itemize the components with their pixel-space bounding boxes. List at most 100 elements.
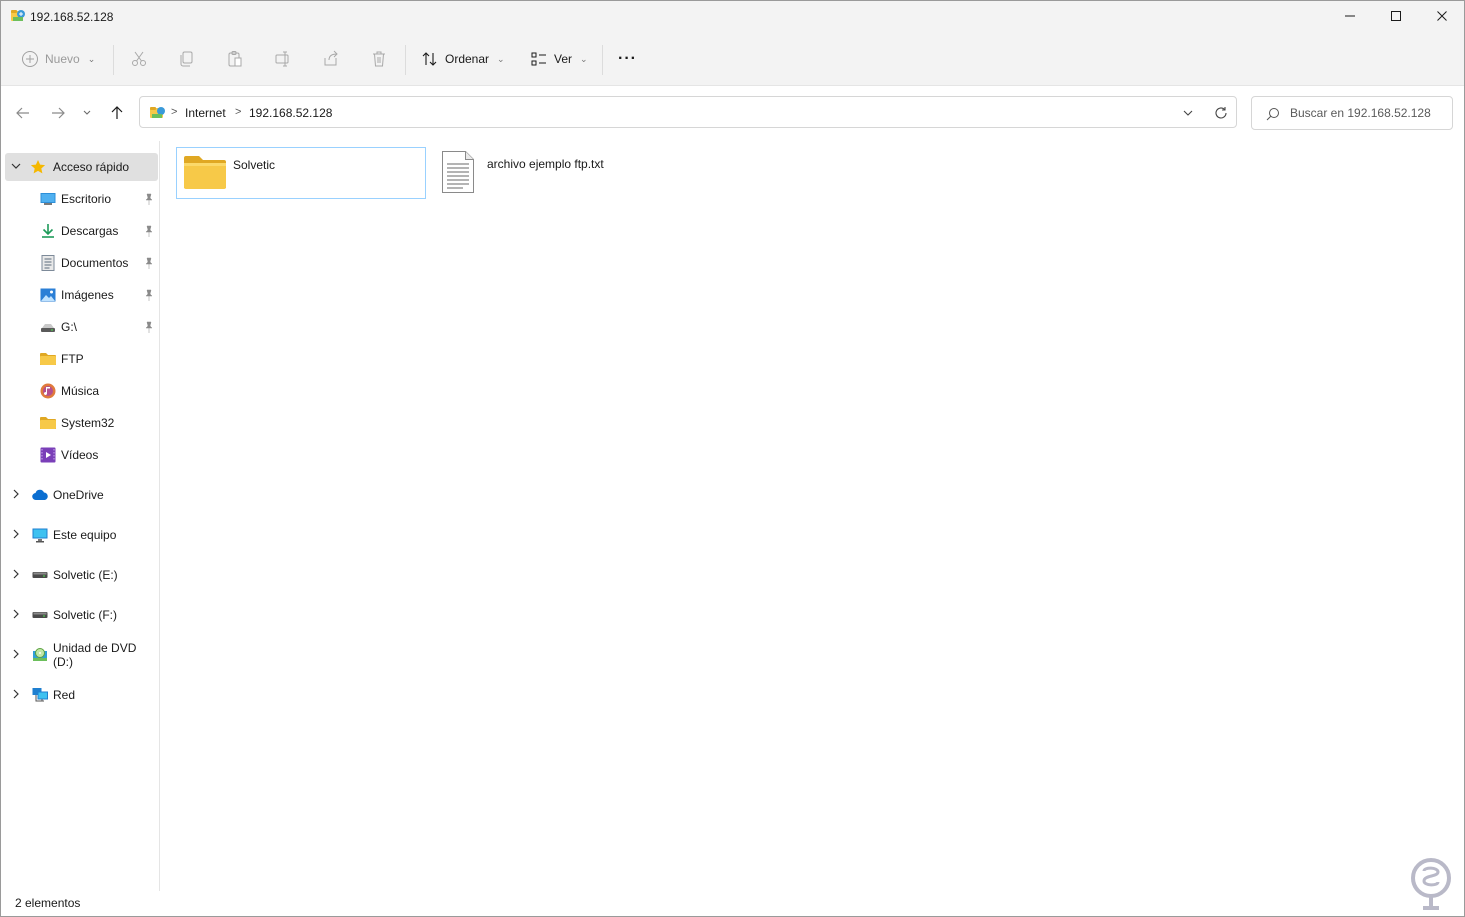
chevron-right-icon[interactable]: [11, 609, 21, 622]
pin-icon[interactable]: [144, 289, 154, 301]
sidebar-item-label: G:\: [61, 320, 78, 334]
sidebar-item-g-drive[interactable]: G:\: [1, 313, 159, 341]
music-icon: [40, 383, 56, 399]
maximize-button[interactable]: [1373, 1, 1419, 31]
new-button[interactable]: Nuevo ⌄: [21, 47, 95, 71]
onedrive-icon: [32, 487, 48, 503]
sidebar-item-label: Solvetic (E:): [53, 568, 118, 582]
sidebar-item-imagenes[interactable]: Imágenes: [1, 281, 159, 309]
sidebar-item-documentos[interactable]: Documentos: [1, 249, 159, 277]
refresh-icon: [1215, 107, 1227, 119]
pin-icon[interactable]: [144, 193, 154, 205]
sidebar-item-label: Escritorio: [61, 192, 112, 206]
breadcrumb-current[interactable]: 192.168.52.128: [249, 106, 332, 120]
sidebar-item-red[interactable]: Red: [1, 681, 159, 709]
paste-button[interactable]: [226, 47, 244, 71]
sidebar-item-este-equipo[interactable]: Este equipo: [1, 521, 159, 549]
drive-icon: [32, 607, 48, 623]
minimize-button[interactable]: [1327, 1, 1373, 31]
breadcrumb-separator-icon: >: [171, 106, 178, 118]
sidebar-item-label: Descargas: [61, 224, 119, 238]
copy-button[interactable]: [178, 47, 196, 71]
sidebar-item-label: Acceso rápido: [53, 160, 130, 174]
pin-icon[interactable]: [144, 321, 154, 333]
rename-icon: [275, 51, 289, 67]
sidebar-item-label: Imágenes: [61, 288, 114, 302]
chevron-right-icon[interactable]: [11, 489, 21, 502]
sort-icon: [422, 52, 437, 66]
search-input[interactable]: [1290, 105, 1445, 121]
sidebar-item-videos[interactable]: Vídeos: [1, 441, 159, 469]
breadcrumb-separator-icon: >: [235, 106, 242, 118]
scissors-icon: [132, 51, 146, 66]
sidebar-item-onedrive[interactable]: OneDrive: [1, 481, 159, 509]
sidebar-item-label: System32: [61, 416, 115, 430]
sidebar-item-escritorio[interactable]: Escritorio: [1, 185, 159, 213]
address-bar[interactable]: > Internet > 192.168.52.128: [139, 96, 1237, 128]
videos-icon: [40, 447, 56, 463]
title-bar: 192.168.52.128: [1, 1, 1464, 33]
folder-icon: [40, 415, 56, 431]
status-bar: 2 elementos: [1, 890, 1464, 916]
search-box[interactable]: [1251, 96, 1453, 130]
chevron-down-icon: ⌄: [497, 53, 505, 64]
pin-icon[interactable]: [144, 257, 154, 269]
chevron-right-icon[interactable]: [11, 649, 21, 662]
breadcrumb-internet[interactable]: Internet: [185, 106, 226, 120]
window-title: 192.168.52.128: [30, 10, 114, 24]
command-bar: Nuevo ⌄ Ordenar ⌄ Ver ⌄ ···: [1, 33, 1464, 86]
delete-button[interactable]: [370, 47, 388, 71]
navigation-pane: Acceso rápido Escritorio Descargas Docum…: [1, 141, 160, 891]
sidebar-item-musica[interactable]: Música: [1, 377, 159, 405]
chevron-down-icon: [83, 110, 91, 115]
network-icon: [32, 687, 48, 703]
sidebar-item-label: Solvetic (F:): [53, 608, 118, 622]
sidebar-item-system32[interactable]: System32: [1, 409, 159, 437]
file-item-text-file[interactable]: archivo ejemplo ftp.txt: [436, 147, 696, 199]
sidebar-item-solvetic-e[interactable]: Solvetic (E:): [1, 561, 159, 589]
up-button[interactable]: [105, 101, 129, 125]
close-icon: [1437, 11, 1447, 21]
pin-icon[interactable]: [144, 225, 154, 237]
watermark-logo: [1406, 856, 1456, 912]
sidebar-item-label: OneDrive: [53, 488, 104, 502]
file-item-folder[interactable]: Solvetic: [176, 147, 426, 199]
sidebar-item-dvd[interactable]: Unidad de DVD (D:): [1, 641, 159, 669]
chevron-right-icon[interactable]: [11, 569, 21, 582]
drive-icon: [32, 567, 48, 583]
sort-button[interactable]: Ordenar ⌄: [421, 47, 505, 71]
recent-locations-button[interactable]: [77, 101, 97, 125]
sidebar-item-ftp[interactable]: FTP: [1, 345, 159, 373]
cut-button[interactable]: [130, 47, 148, 71]
download-icon: [40, 223, 56, 239]
view-button[interactable]: Ver ⌄: [530, 47, 588, 71]
this-pc-icon: [32, 527, 48, 543]
toolbar-separator: [405, 45, 406, 75]
arrow-right-icon: [52, 107, 65, 119]
sidebar-item-descargas[interactable]: Descargas: [1, 217, 159, 245]
more-options-button[interactable]: ···: [618, 47, 637, 71]
sidebar-item-solvetic-f[interactable]: Solvetic (F:): [1, 601, 159, 629]
chevron-right-icon[interactable]: [11, 689, 21, 702]
share-icon: [324, 50, 338, 66]
maximize-icon: [1391, 11, 1401, 21]
minimize-icon: [1345, 15, 1355, 17]
new-button-label: Nuevo: [45, 52, 80, 66]
chevron-down-icon[interactable]: [11, 161, 21, 174]
forward-button[interactable]: [46, 101, 70, 125]
sidebar-item-quick-access[interactable]: Acceso rápido: [5, 153, 158, 181]
chevron-down-icon: ⌄: [87, 53, 96, 64]
share-button[interactable]: [322, 47, 340, 71]
close-button[interactable]: [1419, 1, 1464, 31]
pictures-icon: [40, 287, 56, 303]
file-list: Solvetic archivo ejemplo ftp.txt: [161, 141, 1464, 891]
view-icon: [531, 52, 546, 66]
chevron-right-icon[interactable]: [11, 529, 21, 542]
file-item-name: Solvetic: [233, 158, 276, 172]
rename-button[interactable]: [274, 47, 292, 71]
address-history-button[interactable]: [1179, 104, 1197, 122]
refresh-button[interactable]: [1212, 104, 1230, 122]
back-button[interactable]: [11, 101, 35, 125]
sidebar-item-label: Vídeos: [61, 448, 99, 462]
sidebar-item-label: Documentos: [61, 256, 129, 270]
